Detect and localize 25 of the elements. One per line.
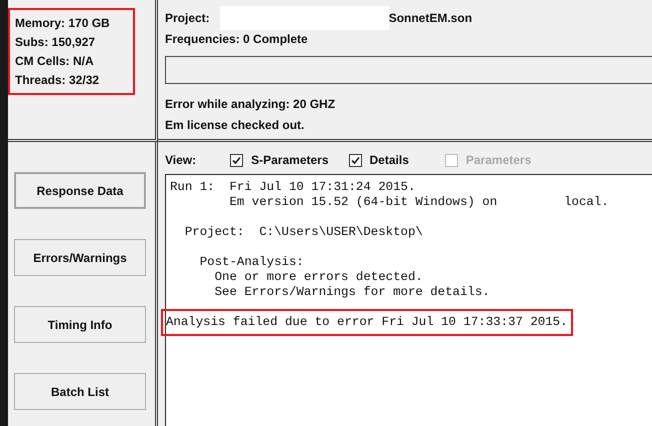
- view-checkbox[interactable]: Details: [348, 153, 409, 167]
- view-label: View:: [165, 152, 196, 169]
- log-line: Project: C:\Users\USER\Desktop\: [184, 225, 423, 240]
- panel-button[interactable]: Batch List: [14, 373, 146, 410]
- log-line: Analysis failed due to error Fri Jul 10 17:33:37 2015.: [166, 315, 568, 330]
- stat-text: Memory: 170 GB: [15, 15, 111, 32]
- checkmark-icon: [232, 156, 242, 164]
- panel-button[interactable]: Timing Info: [14, 306, 146, 343]
- panel-button[interactable]: Errors/Warnings: [14, 239, 146, 276]
- log-line: One or more errors detected.: [214, 270, 424, 285]
- log-line: Em version 15.52 (64-bit Windows) on local.: [228, 195, 609, 210]
- stat-text: Threads: 32/32: [15, 72, 100, 89]
- status-text: Error while analyzing: 20 GHZ: [165, 96, 336, 113]
- frequencies-text: Frequencies: 0 Complete: [165, 31, 309, 48]
- project-label: Project:: [165, 10, 210, 27]
- status-text: Em license checked out.: [165, 117, 306, 134]
- log-line: See Errors/Warnings for more details.: [214, 285, 490, 300]
- log-line: Run 1: Fri Jul 10 17:31:24 2015.: [170, 180, 416, 195]
- log-line: Post-Analysis:: [198, 255, 305, 270]
- view-checkbox[interactable]: S-Parameters: [230, 153, 329, 167]
- panel-button[interactable]: Response Data: [14, 172, 146, 209]
- stat-text: CM Cells: N/A: [15, 53, 95, 70]
- project-file: SonnetEM.son: [388, 10, 472, 27]
- stat-text: Subs: 150,927: [15, 34, 96, 51]
- checkmark-icon: [350, 156, 360, 164]
